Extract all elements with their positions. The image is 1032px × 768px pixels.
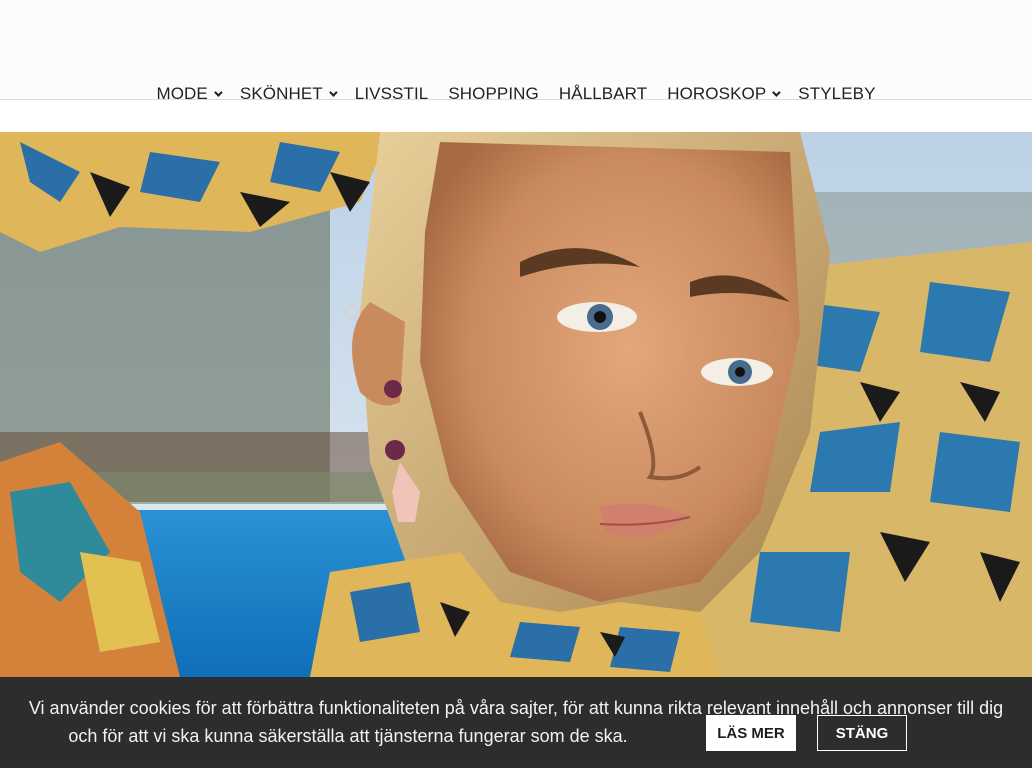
close-cookie-button[interactable]: STÄNG	[817, 715, 907, 751]
site-header: MODE SKÖNHET LIVSSTIL SHOPPING HÅLLBART …	[0, 0, 1032, 103]
read-more-button[interactable]: LÄS MER	[706, 715, 796, 751]
chevron-down-icon	[214, 88, 223, 97]
hero-image[interactable]	[0, 132, 1032, 677]
header-spacer	[0, 100, 1032, 132]
cookie-banner: Vi använder cookies för att förbättra fu…	[0, 677, 1032, 768]
hero-illustration	[0, 132, 1032, 677]
page: MODE SKÖNHET LIVSSTIL SHOPPING HÅLLBART …	[0, 0, 1032, 768]
chevron-down-icon	[328, 88, 338, 97]
chevron-down-icon	[772, 88, 781, 97]
